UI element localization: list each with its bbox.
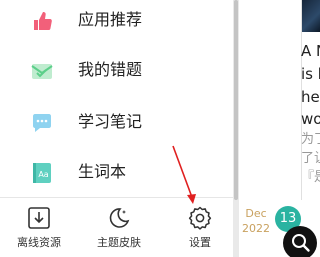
bottom-item-label: 离线资源 [17,236,61,249]
moon-stars-icon [107,206,131,230]
menu-item-label: 生词本 [78,162,127,181]
article-translation-line: 『是 [301,170,320,185]
vocabulary-book-icon: Aa [31,162,53,184]
menu-item-app-recommend[interactable]: 应用推荐 [0,2,233,42]
settings-button[interactable]: 设置 [161,198,239,257]
menu-item-label: 我的错题 [78,60,143,79]
scrollbar[interactable] [234,0,238,200]
offline-resources-button[interactable]: 离线资源 [0,198,78,257]
menu-item-label: 学习笔记 [78,112,143,131]
menu-item-label: 应用推荐 [78,10,143,29]
note-bubble-icon [31,112,53,134]
article-translation-line: 为了 [301,132,320,147]
thumbs-up-icon [31,10,53,32]
download-icon [27,206,51,230]
feed-content: A N is b her wo 为了 了让 『是 Dec 2022 13 [239,0,320,257]
theme-skin-button[interactable]: 主题皮肤 [80,198,158,257]
mail-check-icon [31,60,53,82]
menu-item-vocabulary[interactable]: Aa 生词本 [0,154,233,194]
article-text-line: is b [301,65,320,83]
article-text-line: her [301,88,320,106]
svg-text:Aa: Aa [38,170,48,179]
search-icon [292,234,310,252]
date-month: Dec [245,207,267,220]
bottom-item-label: 主题皮肤 [97,236,141,249]
article-thumbnail[interactable] [302,0,320,32]
date-label: Dec 2022 [239,206,273,236]
article-text-line: wo [301,110,320,128]
menu-item-wrong-questions[interactable]: 我的错题 [0,52,233,92]
article-text-line: A N [301,42,320,60]
search-button[interactable] [283,226,317,257]
bottom-item-label: 设置 [189,236,211,249]
article-translation-line: 了让 [301,151,320,166]
menu-item-study-notes[interactable]: 学习笔记 [0,104,233,144]
gear-icon [188,206,212,230]
side-drawer: 应用推荐 我的错题 学习笔记 Aa 生词本 离线资源 主题皮肤 设置 [0,0,233,257]
date-year: 2022 [242,222,270,235]
drawer-bottom-bar: 离线资源 主题皮肤 设置 [0,197,233,257]
